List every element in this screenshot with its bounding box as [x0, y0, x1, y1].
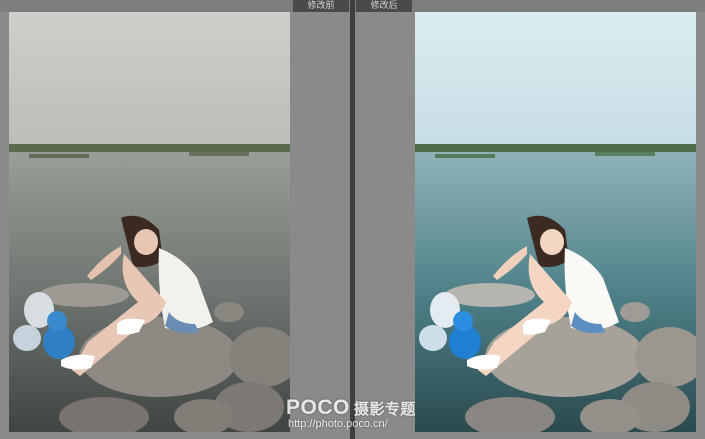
- after-photo: [415, 12, 696, 432]
- before-photo: [9, 12, 290, 432]
- panel-divider[interactable]: [350, 0, 355, 439]
- watermark-brand: POCO: [286, 396, 350, 419]
- poco-watermark: POCO 摄影专题 http://photo.poco.cn/: [286, 396, 416, 430]
- watermark-tagline: 摄影专题: [353, 401, 416, 418]
- before-label: 修改前: [293, 0, 349, 12]
- after-label: 修改后: [356, 0, 412, 12]
